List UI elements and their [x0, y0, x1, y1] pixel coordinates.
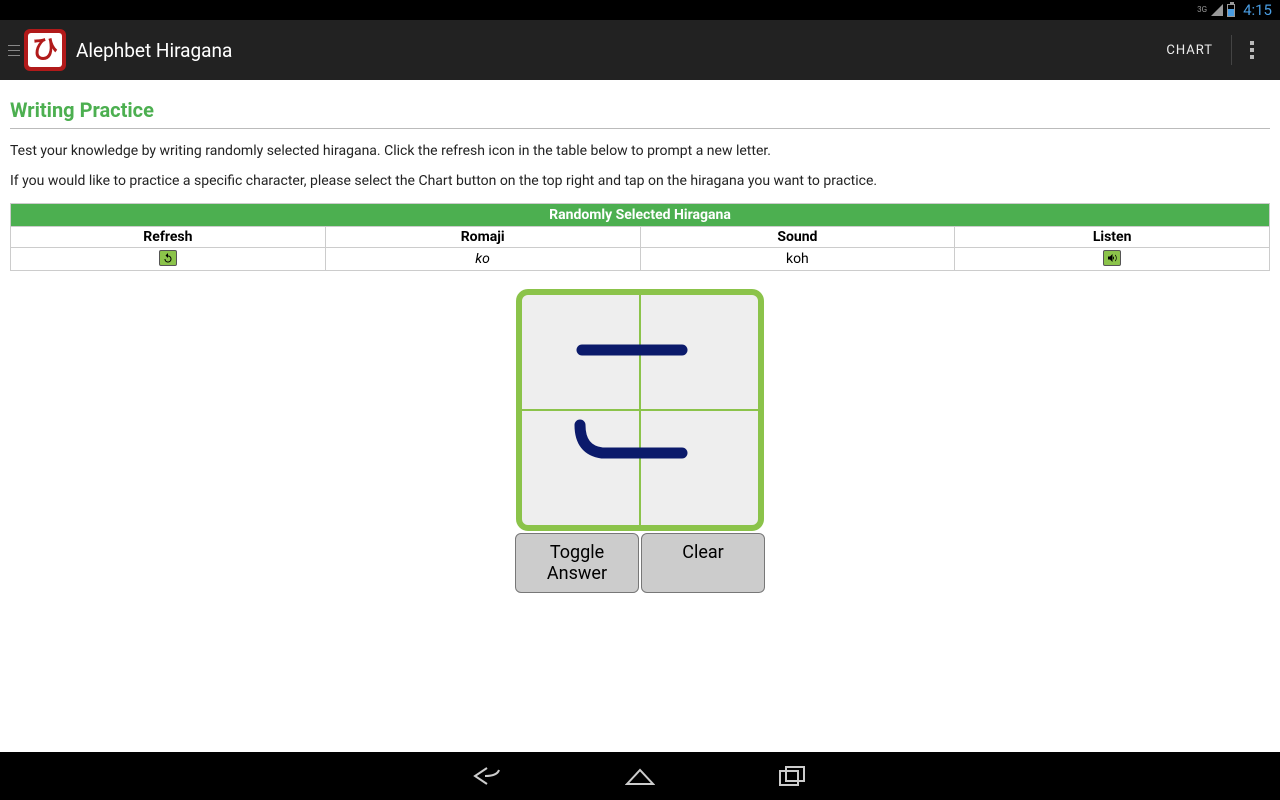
network-type-label: 3G [1197, 6, 1207, 14]
chart-button[interactable]: CHART [1148, 43, 1231, 58]
android-status-bar: 3G 4:15 [0, 0, 1280, 20]
page-content: Writing Practice Test your knowledge by … [0, 80, 1280, 593]
clear-button[interactable]: Clear [641, 533, 765, 593]
app-action-bar: ひ Alephbet Hiragana CHART [0, 20, 1280, 80]
toggle-answer-button[interactable]: Toggle Answer [515, 533, 639, 593]
recent-apps-icon[interactable] [776, 760, 808, 792]
instruction-text-1: Test your knowledge by writing randomly … [10, 143, 1270, 159]
romaji-value: ko [325, 248, 640, 271]
clock-label: 4:15 [1243, 1, 1272, 19]
battery-icon [1227, 4, 1235, 17]
col-header-refresh: Refresh [11, 227, 326, 248]
heading-rule [10, 128, 1270, 129]
user-strokes [522, 295, 758, 525]
random-hiragana-table: Randomly Selected Hiragana Refresh Romaj… [10, 203, 1270, 271]
home-icon[interactable] [624, 760, 656, 792]
overflow-menu-icon[interactable] [1232, 41, 1272, 59]
listen-icon[interactable] [1103, 250, 1121, 266]
signal-icon [1211, 4, 1223, 16]
practice-area: Toggle Answer Clear [10, 289, 1270, 593]
col-header-listen: Listen [955, 227, 1270, 248]
page-heading: Writing Practice [10, 90, 1270, 126]
refresh-icon[interactable] [159, 250, 177, 266]
instruction-text-2: If you would like to practice a specific… [10, 173, 1270, 189]
app-title: Alephbet Hiragana [76, 39, 232, 62]
button-row: Toggle Answer Clear [515, 533, 765, 593]
back-icon[interactable] [472, 760, 504, 792]
drawer-toggle-icon[interactable] [8, 45, 20, 56]
app-logo-icon[interactable]: ひ [24, 29, 66, 71]
table-title: Randomly Selected Hiragana [11, 204, 1270, 227]
sound-value: koh [640, 248, 955, 271]
drawing-canvas[interactable] [516, 289, 764, 531]
table-row: ko koh [11, 248, 1270, 271]
col-header-sound: Sound [640, 227, 955, 248]
col-header-romaji: Romaji [325, 227, 640, 248]
android-nav-bar [0, 752, 1280, 800]
